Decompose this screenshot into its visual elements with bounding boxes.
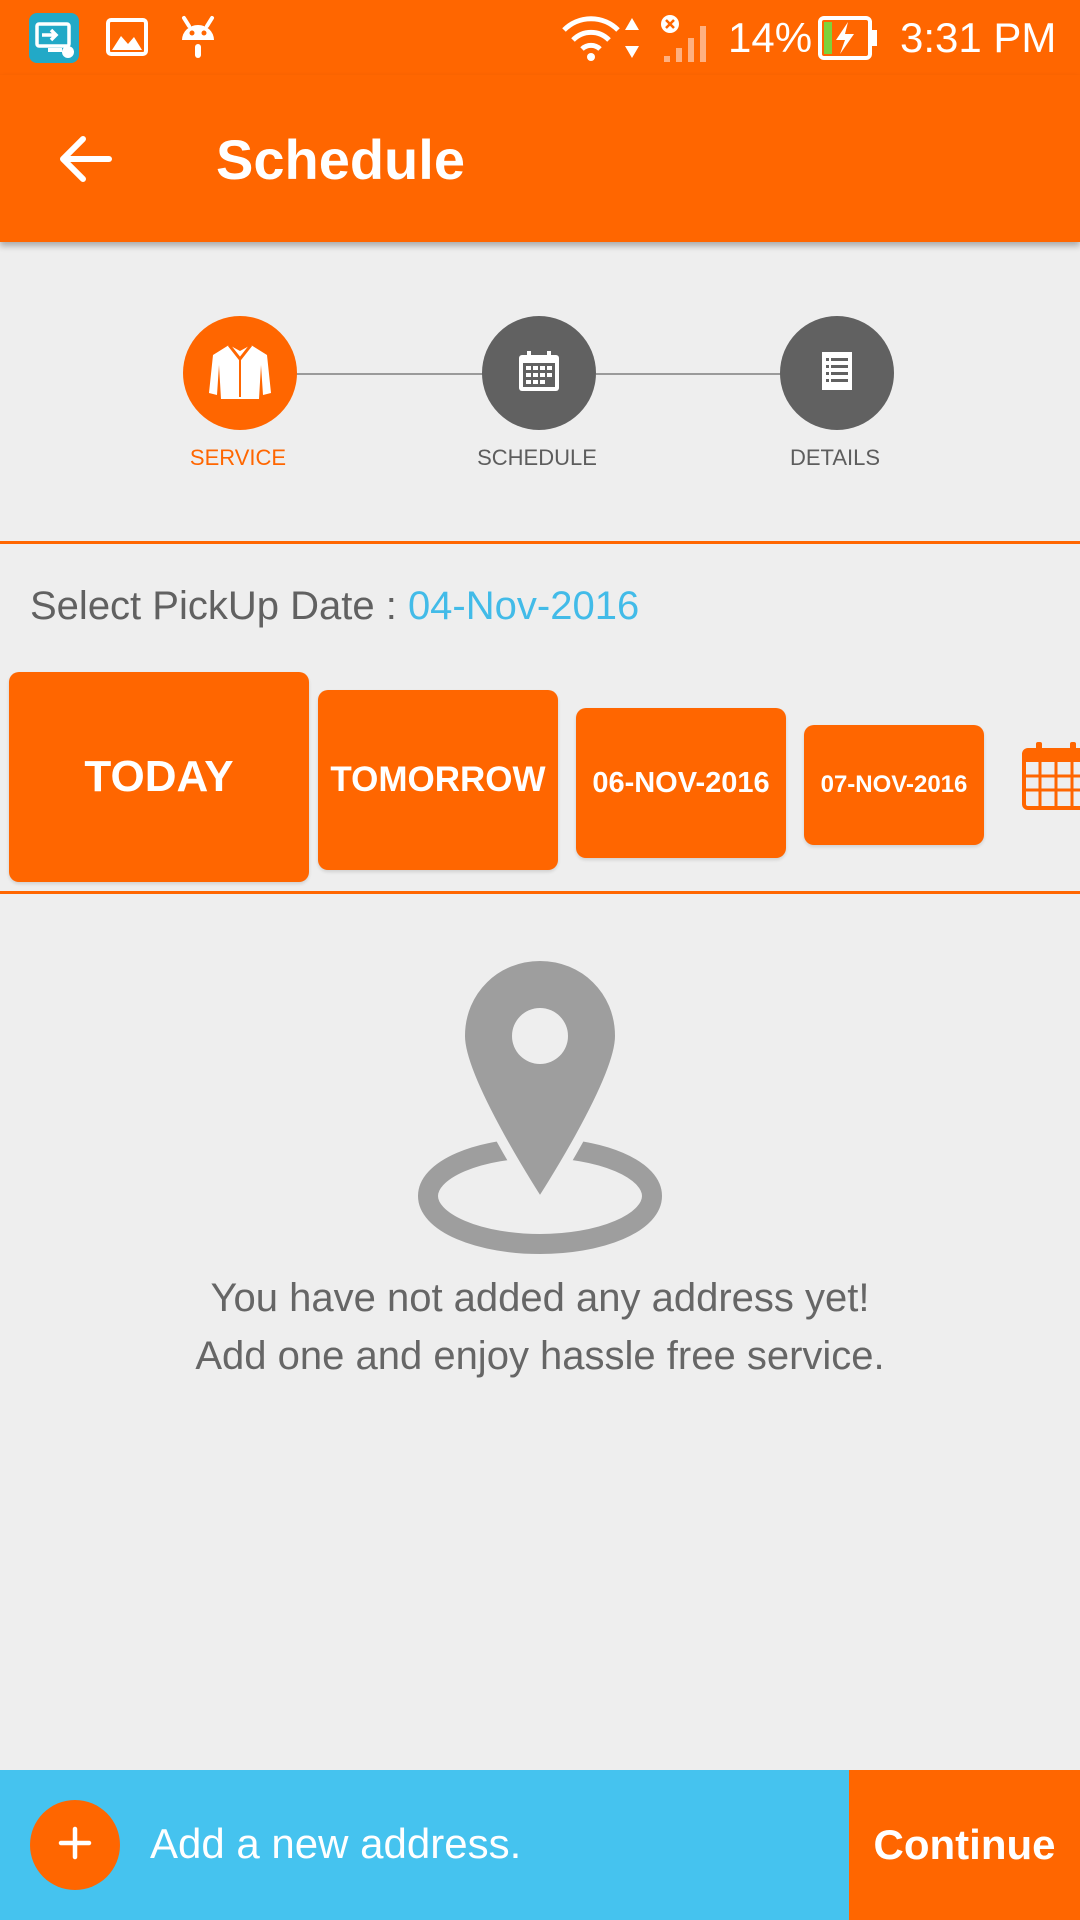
- add-circle: [30, 1800, 120, 1890]
- image-icon: [106, 18, 148, 60]
- empty-state-line1: You have not added any address yet!: [210, 1276, 870, 1320]
- document-icon: [821, 351, 853, 395]
- date-option-07-nov[interactable]: 07-NOV-2016: [804, 725, 984, 845]
- battery-percent: 14%: [728, 14, 813, 61]
- date-option-06-nov[interactable]: 06-NOV-2016: [576, 708, 786, 858]
- continue-button[interactable]: Continue: [849, 1770, 1080, 1920]
- step-details: [780, 316, 894, 430]
- screen-share-icon: [28, 12, 80, 68]
- status-bar: 14% 3:31 PM: [0, 0, 1080, 75]
- date-option-tomorrow[interactable]: TOMORROW: [318, 690, 558, 870]
- divider-bottom: [0, 891, 1080, 894]
- signal-icon: [660, 12, 712, 68]
- date-option-today[interactable]: TODAY: [9, 672, 309, 882]
- stepper-connector: [596, 373, 782, 375]
- stepper-connector: [296, 373, 484, 375]
- wifi-icon: [560, 14, 622, 66]
- shirt-icon: [207, 341, 273, 405]
- calendar-icon: [1022, 742, 1080, 812]
- page-title: Schedule: [216, 128, 465, 191]
- back-button[interactable]: [42, 118, 128, 204]
- empty-state-line2: Add one and enjoy hassle free service.: [195, 1334, 885, 1378]
- calendar-picker-button[interactable]: [1022, 740, 1080, 812]
- battery-charging-icon: [818, 16, 878, 64]
- pickup-date-label: Select PickUp Date :: [30, 584, 408, 628]
- calendar-icon: [517, 349, 561, 397]
- data-arrows-icon: [623, 16, 641, 64]
- divider-top: [0, 541, 1080, 544]
- step-service: [183, 316, 297, 430]
- step-label-service: SERVICE: [189, 445, 287, 470]
- plus-icon: [57, 1825, 93, 1865]
- app-bar: Schedule: [0, 75, 1080, 242]
- pickup-date-row: Select PickUp Date : 04-Nov-2016: [30, 578, 639, 634]
- step-label-details: DETAILS: [789, 445, 881, 470]
- step-label-schedule: SCHEDULE: [477, 445, 597, 470]
- bottom-action-bar: Add a new address. Continue: [0, 1770, 1080, 1920]
- clock-time: 3:31 PM: [900, 14, 1057, 61]
- app-screen: 14% 3:31 PM Schedule SERVICE SCHEDULE DE…: [0, 0, 1080, 1920]
- location-pin-icon: [418, 950, 662, 1254]
- pickup-date-value: 04-Nov-2016: [407, 584, 640, 628]
- android-icon: [178, 14, 218, 64]
- arrow-back-icon: [57, 134, 113, 188]
- step-schedule: [482, 316, 596, 430]
- add-address-label: Add a new address.: [150, 1820, 522, 1867]
- add-address-button[interactable]: Add a new address.: [0, 1770, 849, 1920]
